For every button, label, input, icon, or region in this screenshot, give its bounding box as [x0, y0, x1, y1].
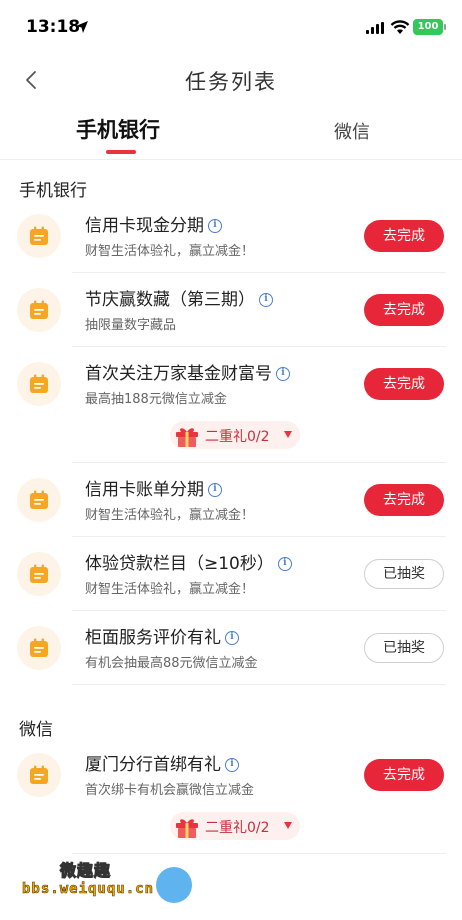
task-subtitle: 财智生活体验礼，赢立减金！: [85, 508, 255, 523]
task-title: 厦门分行首绑有礼 i: [85, 750, 239, 775]
calendar-icon: [30, 765, 48, 784]
task-title: 信用卡账单分期 i: [85, 475, 222, 500]
task-icon-wrap: [17, 288, 61, 332]
calendar-icon: [30, 374, 48, 393]
task-icon-wrap: [17, 753, 61, 797]
task-icon-wrap: [17, 478, 61, 522]
watermark-url: bbs.weiququ.cn: [22, 881, 155, 898]
complete-button[interactable]: 去完成: [364, 294, 444, 326]
tab-active-indicator: [106, 150, 136, 154]
info-icon[interactable]: i: [259, 293, 273, 307]
task-title: 节庆赢数藏（第三期） i: [85, 285, 273, 310]
calendar-icon: [30, 638, 48, 657]
calendar-icon: [30, 300, 48, 319]
gift-progress[interactable]: 二重礼0/2: [170, 812, 300, 840]
task-icon-wrap: [17, 214, 61, 258]
gift-progress-label: 二重礼0/2: [205, 820, 270, 836]
cellular-signal-icon: [366, 22, 384, 34]
task-item: 信用卡账单分期 i 财智生活体验礼，赢立减金！ 去完成: [0, 463, 462, 537]
task-icon-wrap: [17, 362, 61, 406]
tab-bar: 手机银行 微信: [0, 110, 462, 160]
status-time: 13:18: [26, 17, 81, 37]
task-subtitle: 最高抽188元微信立减金: [85, 392, 227, 407]
tab-mobile-banking[interactable]: 手机银行: [76, 114, 160, 144]
info-icon[interactable]: i: [208, 219, 222, 233]
calendar-icon: [30, 564, 48, 583]
calendar-icon: [30, 226, 48, 245]
section-title-wechat: 微信: [19, 720, 53, 740]
nav-bar: 任务列表: [0, 56, 462, 104]
task-title: 柜面服务评价有礼 i: [85, 623, 239, 648]
section-title-mobile-banking: 手机银行: [19, 181, 87, 201]
complete-button[interactable]: 去完成: [364, 759, 444, 791]
battery-icon: 100: [413, 19, 443, 35]
complete-button[interactable]: 去完成: [364, 484, 444, 516]
task-icon-wrap: [17, 552, 61, 596]
task-item: 体验贷款栏目（≥10秒） i 财智生活体验礼，赢立减金！ 已抽奖: [0, 537, 462, 611]
task-subtitle: 财智生活体验礼，赢立减金！: [85, 582, 255, 597]
watermark-mascot-icon: [156, 867, 192, 903]
drawn-button[interactable]: 已抽奖: [364, 633, 444, 663]
task-item: 柜面服务评价有礼 i 有机会抽最高88元微信立减金 已抽奖: [0, 611, 462, 685]
watermark-title: 微趣趣: [59, 861, 112, 881]
task-item: 厦门分行首绑有礼 i 首次绑卡有机会赢微信立减金 去完成: [0, 738, 462, 812]
task-icon-wrap: [17, 626, 61, 670]
drawn-button[interactable]: 已抽奖: [364, 559, 444, 589]
tab-wechat[interactable]: 微信: [334, 118, 370, 144]
gift-progress[interactable]: 二重礼0/2: [170, 421, 300, 449]
task-title: 首次关注万家基金财富号 i: [85, 359, 290, 384]
wifi-icon: [390, 20, 410, 34]
complete-button[interactable]: 去完成: [364, 220, 444, 252]
gift-icon: [176, 819, 198, 838]
info-icon[interactable]: i: [225, 631, 239, 645]
divider: [72, 684, 446, 685]
task-item: 信用卡现金分期 i 财智生活体验礼，赢立减金！ 去完成: [0, 199, 462, 273]
calendar-icon: [30, 490, 48, 509]
info-icon[interactable]: i: [276, 367, 290, 381]
location-arrow-icon: [76, 21, 88, 33]
gift-progress-label: 二重礼0/2: [205, 429, 270, 445]
info-icon[interactable]: i: [277, 557, 292, 571]
page-title: 任务列表: [185, 70, 277, 94]
info-icon[interactable]: i: [225, 758, 239, 772]
task-item: 节庆赢数藏（第三期） i 抽限量数字藏品 去完成: [0, 273, 462, 347]
info-icon[interactable]: i: [208, 483, 222, 497]
watermark: 微趣趣 bbs.weiququ.cn: [14, 853, 214, 913]
task-title: 体验贷款栏目（≥10秒） i: [85, 549, 292, 574]
status-bar: 13:18 100: [0, 0, 462, 52]
task-subtitle: 财智生活体验礼，赢立减金！: [85, 244, 255, 259]
task-subtitle: 抽限量数字藏品: [85, 318, 177, 333]
task-subtitle: 首次绑卡有机会赢微信立减金: [85, 783, 255, 798]
expand-arrow-icon: [284, 822, 292, 829]
expand-arrow-icon: [284, 431, 292, 438]
gift-icon: [176, 428, 198, 447]
battery-cap: [444, 24, 446, 30]
complete-button[interactable]: 去完成: [364, 368, 444, 400]
task-subtitle: 有机会抽最高88元微信立减金: [85, 656, 258, 671]
task-title: 信用卡现金分期 i: [85, 211, 222, 236]
task-item: 首次关注万家基金财富号 i 最高抽188元微信立减金 去完成: [0, 347, 462, 421]
